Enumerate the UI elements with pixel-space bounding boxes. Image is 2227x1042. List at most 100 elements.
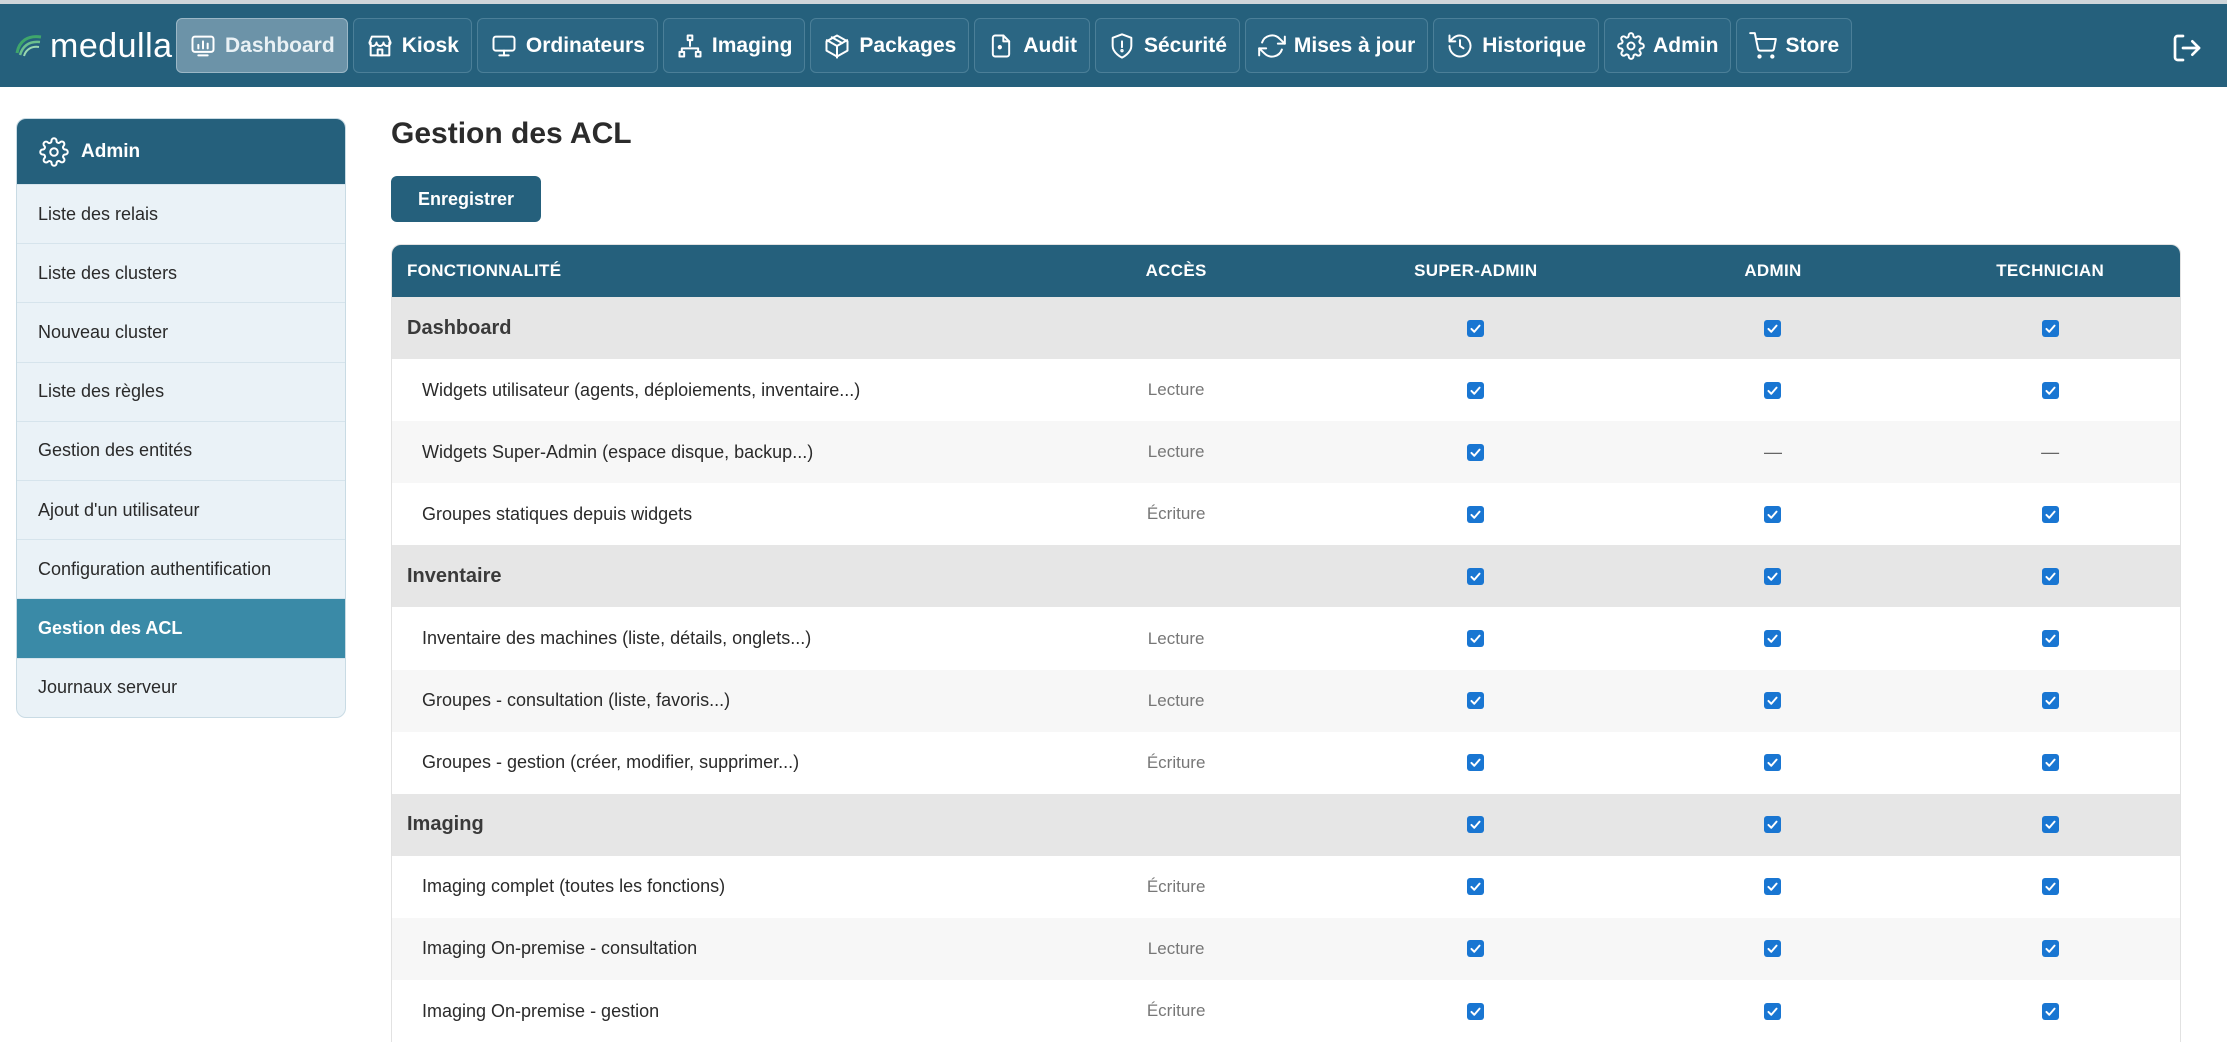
table-row: Widgets utilisateur (agents, déploiement… xyxy=(392,359,2180,422)
sidebar-item[interactable]: Liste des clusters xyxy=(17,243,345,302)
sidebar-header: Admin xyxy=(17,119,345,184)
sidebar-item-label: Nouveau cluster xyxy=(38,321,169,342)
column-header-technician[interactable]: TECHNICIAN xyxy=(1920,261,2180,281)
permission-checkbox[interactable] xyxy=(1467,505,1485,523)
permission-checkbox[interactable] xyxy=(2041,630,2059,648)
sidebar-item-label: Liste des règles xyxy=(38,381,165,402)
table-row: Widgets Super-Admin (espace disque, back… xyxy=(392,421,2180,484)
nav-historique[interactable]: Historique xyxy=(1433,18,1600,73)
nav-label: Audit xyxy=(1023,33,1077,57)
permission-checkbox[interactable] xyxy=(1764,1002,1782,1020)
sidebar-item[interactable]: Nouveau cluster xyxy=(17,302,345,361)
table-group-row: Inventaire xyxy=(392,545,2180,608)
permission-checkbox[interactable] xyxy=(1467,754,1485,772)
sidebar-item-label: Liste des relais xyxy=(38,203,159,224)
access-level: Lecture xyxy=(1147,690,1205,710)
permission-checkbox[interactable] xyxy=(2041,816,2059,834)
nav-audit[interactable]: Audit xyxy=(974,18,1090,73)
app-logo[interactable]: medulla xyxy=(14,26,173,66)
nav-imaging[interactable]: Imaging xyxy=(662,18,806,73)
permission-checkbox[interactable] xyxy=(2041,878,2059,896)
sidebar-item[interactable]: Journaux serveur xyxy=(17,657,345,717)
nav-label: Mises à jour xyxy=(1293,33,1416,57)
permission-checkbox[interactable] xyxy=(1764,692,1782,710)
permission-checkbox[interactable] xyxy=(1764,381,1782,399)
gear-icon xyxy=(1617,31,1645,60)
group-name: Inventaire xyxy=(407,564,502,587)
sidebar-item[interactable]: Ajout d'un utilisateur xyxy=(17,479,345,539)
table-row: Groupes - consultation (liste, favoris..… xyxy=(392,669,2180,732)
nav-kiosk[interactable]: Kiosk xyxy=(352,18,472,73)
permission-checkbox[interactable] xyxy=(1764,816,1782,834)
permission-checkbox[interactable] xyxy=(1467,878,1485,896)
permission-checkbox[interactable] xyxy=(1764,505,1782,523)
sidebar-item[interactable]: Gestion des ACL xyxy=(17,598,345,658)
permission-checkbox[interactable] xyxy=(1467,816,1485,834)
permission-checkbox[interactable] xyxy=(1467,381,1485,399)
table-row: Inventaire des machines (liste, détails,… xyxy=(392,607,2180,670)
logo-text: medulla xyxy=(50,27,173,65)
dashboard-icon xyxy=(191,35,215,56)
permission-checkbox[interactable] xyxy=(2041,1002,2059,1020)
nav-store[interactable]: Store xyxy=(1736,18,1853,73)
nav-dashboard[interactable]: Dashboard xyxy=(176,18,348,73)
access-level: Lecture xyxy=(1147,380,1205,400)
permission-checkbox[interactable] xyxy=(1764,878,1782,896)
permission-checkbox[interactable] xyxy=(1764,567,1782,585)
permission-checkbox[interactable] xyxy=(1467,692,1485,710)
permission-checkbox[interactable] xyxy=(2041,319,2059,337)
column-header-access[interactable]: ACCÈS xyxy=(1026,261,1326,281)
permission-checkbox[interactable] xyxy=(1764,319,1782,337)
permission-checkbox[interactable] xyxy=(2041,754,2059,772)
cart-icon xyxy=(1749,31,1778,59)
permission-checkbox[interactable] xyxy=(1764,754,1782,772)
nav-label: Historique xyxy=(1482,33,1587,57)
column-header-admin[interactable]: ADMIN xyxy=(1626,261,1921,281)
permission-checkbox[interactable] xyxy=(2041,567,2059,585)
permission-checkbox[interactable] xyxy=(1467,443,1485,461)
table-row: Groupes - gestion (créer, modifier, supp… xyxy=(392,731,2180,794)
permission-checkbox[interactable] xyxy=(1467,940,1485,958)
feature-name: Widgets Super-Admin (espace disque, back… xyxy=(422,441,814,462)
permission-checkbox[interactable] xyxy=(2041,505,2059,523)
permission-checkbox[interactable] xyxy=(1467,319,1485,337)
logout-icon[interactable] xyxy=(2171,32,2203,64)
nav-label: Imaging xyxy=(711,33,793,57)
nav-label: Sécurité xyxy=(1144,33,1227,57)
permission-checkbox[interactable] xyxy=(1764,630,1782,648)
permission-checkbox[interactable] xyxy=(2041,381,2059,399)
save-button[interactable]: Enregistrer xyxy=(391,176,541,222)
permission-checkbox[interactable] xyxy=(1467,567,1485,585)
nav-admin[interactable]: Admin xyxy=(1604,18,1732,73)
nav-label: Admin xyxy=(1653,33,1719,57)
nav-label: Ordinateurs xyxy=(525,33,645,57)
nav-ordinateurs[interactable]: Ordinateurs xyxy=(476,18,658,73)
permission-checkbox[interactable] xyxy=(2041,940,2059,958)
permission-checkbox[interactable] xyxy=(1764,940,1782,958)
shield-icon xyxy=(1111,32,1133,59)
sidebar-item[interactable]: Liste des règles xyxy=(17,361,345,421)
sidebar-item[interactable]: Liste des relais xyxy=(17,184,345,243)
refresh-icon xyxy=(1258,33,1286,58)
acl-table: FONCTIONNALITÉ ACCÈS SUPER-ADMIN ADMIN T… xyxy=(391,244,2181,1042)
nav-label: Store xyxy=(1785,33,1840,57)
nav-packages[interactable]: Packages xyxy=(810,18,970,73)
sidebar-item[interactable]: Configuration authentification xyxy=(17,539,345,598)
medulla-logo-icon xyxy=(15,35,42,57)
feature-name: Inventaire des machines (liste, détails,… xyxy=(422,628,812,649)
table-row: Imaging On-premise - gestion Écriture xyxy=(392,980,2180,1042)
nav-securite[interactable]: Sécurité xyxy=(1095,18,1240,73)
sidebar-item[interactable]: Gestion des entités xyxy=(17,420,345,480)
permission-checkbox[interactable] xyxy=(2041,692,2059,710)
permission-checkbox[interactable] xyxy=(1467,1002,1485,1020)
sidebar-item-label: Ajout d'un utilisateur xyxy=(38,499,200,520)
nav-mises-a-jour[interactable]: Mises à jour xyxy=(1244,18,1429,73)
sidebar-menu: Liste des relais Liste des clusters Nouvea… xyxy=(17,184,345,717)
column-header-super-admin[interactable]: SUPER-ADMIN xyxy=(1326,261,1626,281)
permission-checkbox[interactable] xyxy=(1467,630,1485,648)
nav-label: Packages xyxy=(859,33,957,57)
sidebar-item-label: Journaux serveur xyxy=(38,677,178,698)
access-level: Lecture xyxy=(1147,442,1205,462)
access-level: Lecture xyxy=(1147,938,1205,958)
column-header-feature[interactable]: FONCTIONNALITÉ xyxy=(392,261,1026,281)
